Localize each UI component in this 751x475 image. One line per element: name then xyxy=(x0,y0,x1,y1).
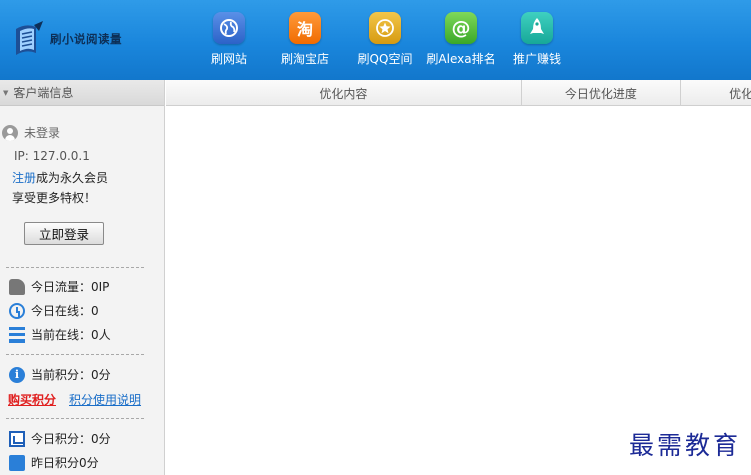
stat-today-online: 今日在线：0 xyxy=(9,302,99,319)
info-icon: i xyxy=(9,366,25,383)
table-header: 优化内容 今日优化进度 优化 xyxy=(166,80,751,106)
buy-points-link[interactable]: 购买积分 xyxy=(8,391,56,408)
yesterday-points-text: 昨日积分0分 xyxy=(31,456,99,470)
user-status: 未登录 xyxy=(2,124,60,141)
current-points-text: 当前积分：0分 xyxy=(31,368,111,382)
register-text: 成为永久会员 xyxy=(36,171,109,185)
stat-current-online: 当前在线：0人 xyxy=(9,326,111,343)
chart-icon xyxy=(9,430,25,447)
today-online-text: 今日在线：0 xyxy=(31,304,99,318)
collapse-arrow-icon: ▼ xyxy=(3,88,9,97)
thumbs-up-icon xyxy=(9,278,25,295)
perk-text: 享受更多特权！ xyxy=(12,191,97,205)
nav-brush-alexa[interactable]: @ 刷Alexa排名 xyxy=(418,12,504,72)
star-icon xyxy=(369,12,401,44)
register-line: 注册成为永久会员 xyxy=(12,169,108,186)
stat-yesterday-points: 昨日积分0分 xyxy=(9,454,99,471)
nav-brush-qq-space[interactable]: 刷QQ空间 xyxy=(342,12,428,72)
user-list-icon xyxy=(9,326,25,343)
login-status-text: 未登录 xyxy=(24,126,61,140)
divider xyxy=(6,418,144,419)
book-logo-icon xyxy=(16,21,43,55)
top-toolbar: 刷小说阅读量 刷网站 淘 刷淘宝店 刷QQ空间 @ 刷Alexa排名 推广赚钱 xyxy=(0,0,751,80)
nav-label: 推广赚钱 xyxy=(512,52,561,66)
stat-today-traffic: 今日流量：0IP xyxy=(9,278,109,295)
column-header-optimize[interactable]: 优化 xyxy=(681,80,751,106)
divider xyxy=(6,267,144,268)
watermark: 最需教育 xyxy=(629,431,742,460)
at-sign-icon: @ xyxy=(445,12,477,44)
column-header-progress[interactable]: 今日优化进度 xyxy=(522,80,682,106)
nav-brush-website[interactable]: 刷网站 xyxy=(186,12,272,72)
user-icon xyxy=(2,124,18,141)
stat-current-points: i 当前积分：0分 xyxy=(9,366,111,383)
nav-label: 刷Alexa排名 xyxy=(426,52,496,66)
app-logo: 刷小说阅读量 xyxy=(12,18,152,60)
register-link[interactable]: 注册 xyxy=(12,171,36,185)
stat-today-points: 今日积分：0分 xyxy=(9,430,111,447)
nav-label: 刷QQ空间 xyxy=(357,52,413,66)
app-title: 刷小说阅读量 xyxy=(50,32,122,46)
nav-brush-taobao[interactable]: 淘 刷淘宝店 xyxy=(262,12,348,72)
today-traffic-text: 今日流量：0IP xyxy=(31,280,110,294)
login-button[interactable]: 立即登录 xyxy=(24,222,104,245)
rocket-icon xyxy=(521,12,553,44)
nav-label: 刷网站 xyxy=(210,52,247,66)
taobao-icon: 淘 xyxy=(289,12,321,44)
nav-promote-earn[interactable]: 推广赚钱 xyxy=(494,12,580,72)
client-info-panel: ▼ 客户端信息 未登录 IP: 127.0.0.1 注册成为永久会员 享受更多特… xyxy=(0,80,165,475)
ip-address: IP: 127.0.0.1 xyxy=(14,149,90,163)
optimization-table: 优化内容 今日优化进度 优化 xyxy=(166,80,751,475)
column-header-content[interactable]: 优化内容 xyxy=(166,80,522,106)
current-online-text: 当前在线：0人 xyxy=(31,328,111,342)
nav-label: 刷淘宝店 xyxy=(280,52,329,66)
calendar-icon xyxy=(9,454,25,471)
divider xyxy=(6,354,144,355)
panel-header[interactable]: ▼ 客户端信息 xyxy=(0,80,164,106)
points-usage-link[interactable]: 积分使用说明 xyxy=(69,391,141,408)
panel-title: 客户端信息 xyxy=(13,86,74,100)
globe-icon xyxy=(213,12,245,44)
today-points-text: 今日积分：0分 xyxy=(31,432,111,446)
alarm-clock-icon xyxy=(9,302,25,319)
